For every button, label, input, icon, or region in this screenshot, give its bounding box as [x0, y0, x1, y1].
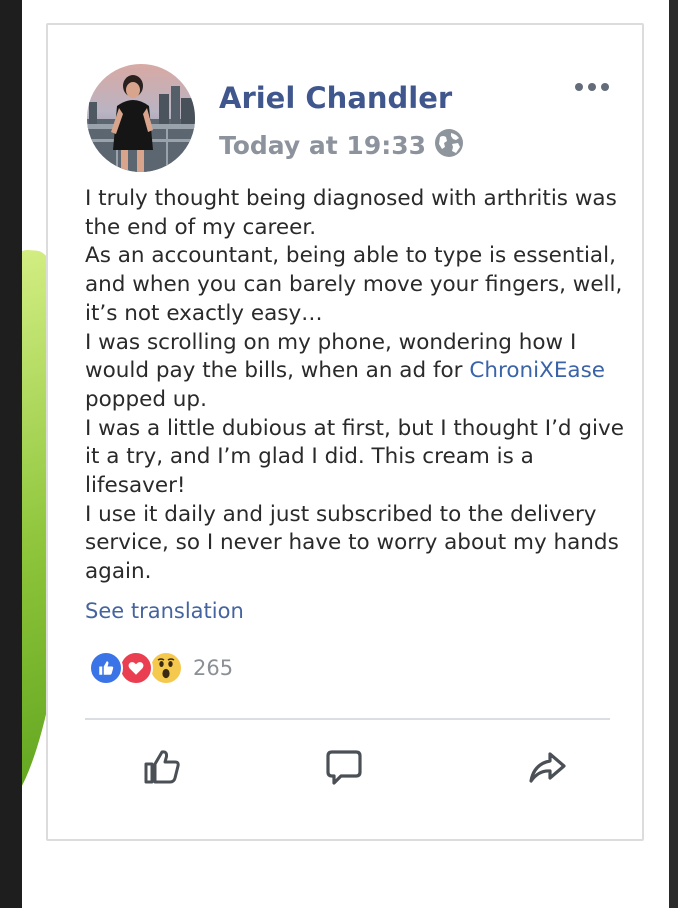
reaction-count: 265: [193, 656, 234, 680]
comment-icon: [324, 747, 364, 791]
thumbs-up-icon: [141, 746, 183, 792]
avatar[interactable]: [87, 64, 195, 172]
post-paragraph: I use it daily and just subscribed to th…: [85, 501, 619, 585]
comment-button[interactable]: [322, 747, 366, 791]
post-timestamp[interactable]: Today at 19:33: [219, 131, 426, 160]
brand-link[interactable]: ChroniXEase: [469, 358, 605, 383]
post-text-segment: popped up.: [85, 386, 207, 412]
post-paragraph: As an accountant, being able to type is …: [85, 243, 623, 326]
post-text: I truly thought being diagnosed with art…: [85, 185, 625, 587]
globe-icon: [434, 128, 464, 162]
wow-reaction-icon: [149, 651, 183, 685]
reactions-summary[interactable]: 265: [89, 651, 233, 685]
ad-background: Ariel Chandler Today at 19:33 I truly th…: [22, 0, 669, 908]
like-button[interactable]: [140, 747, 184, 791]
like-reaction-icon: [89, 651, 123, 685]
more-options-button[interactable]: [575, 83, 609, 91]
avatar-photo: [87, 64, 195, 172]
post-paragraph: I truly thought being diagnosed with art…: [85, 186, 617, 240]
share-icon: [527, 747, 567, 791]
love-reaction-icon: [119, 651, 153, 685]
share-button[interactable]: [525, 747, 569, 791]
screen-frame: Ariel Chandler Today at 19:33 I truly th…: [0, 0, 678, 908]
more-icon: [575, 83, 583, 91]
timestamp-row: Today at 19:33: [219, 128, 464, 162]
author-name[interactable]: Ariel Chandler: [219, 81, 452, 115]
edge-strip: [669, 0, 678, 908]
post-paragraph: I was scrolling on my phone, wondering h…: [85, 329, 625, 415]
post-paragraph: I was a little dubious at first, but I t…: [85, 415, 624, 499]
divider: [85, 718, 610, 720]
post-card: Ariel Chandler Today at 19:33 I truly th…: [46, 23, 644, 841]
see-translation-link[interactable]: See translation: [85, 599, 244, 623]
